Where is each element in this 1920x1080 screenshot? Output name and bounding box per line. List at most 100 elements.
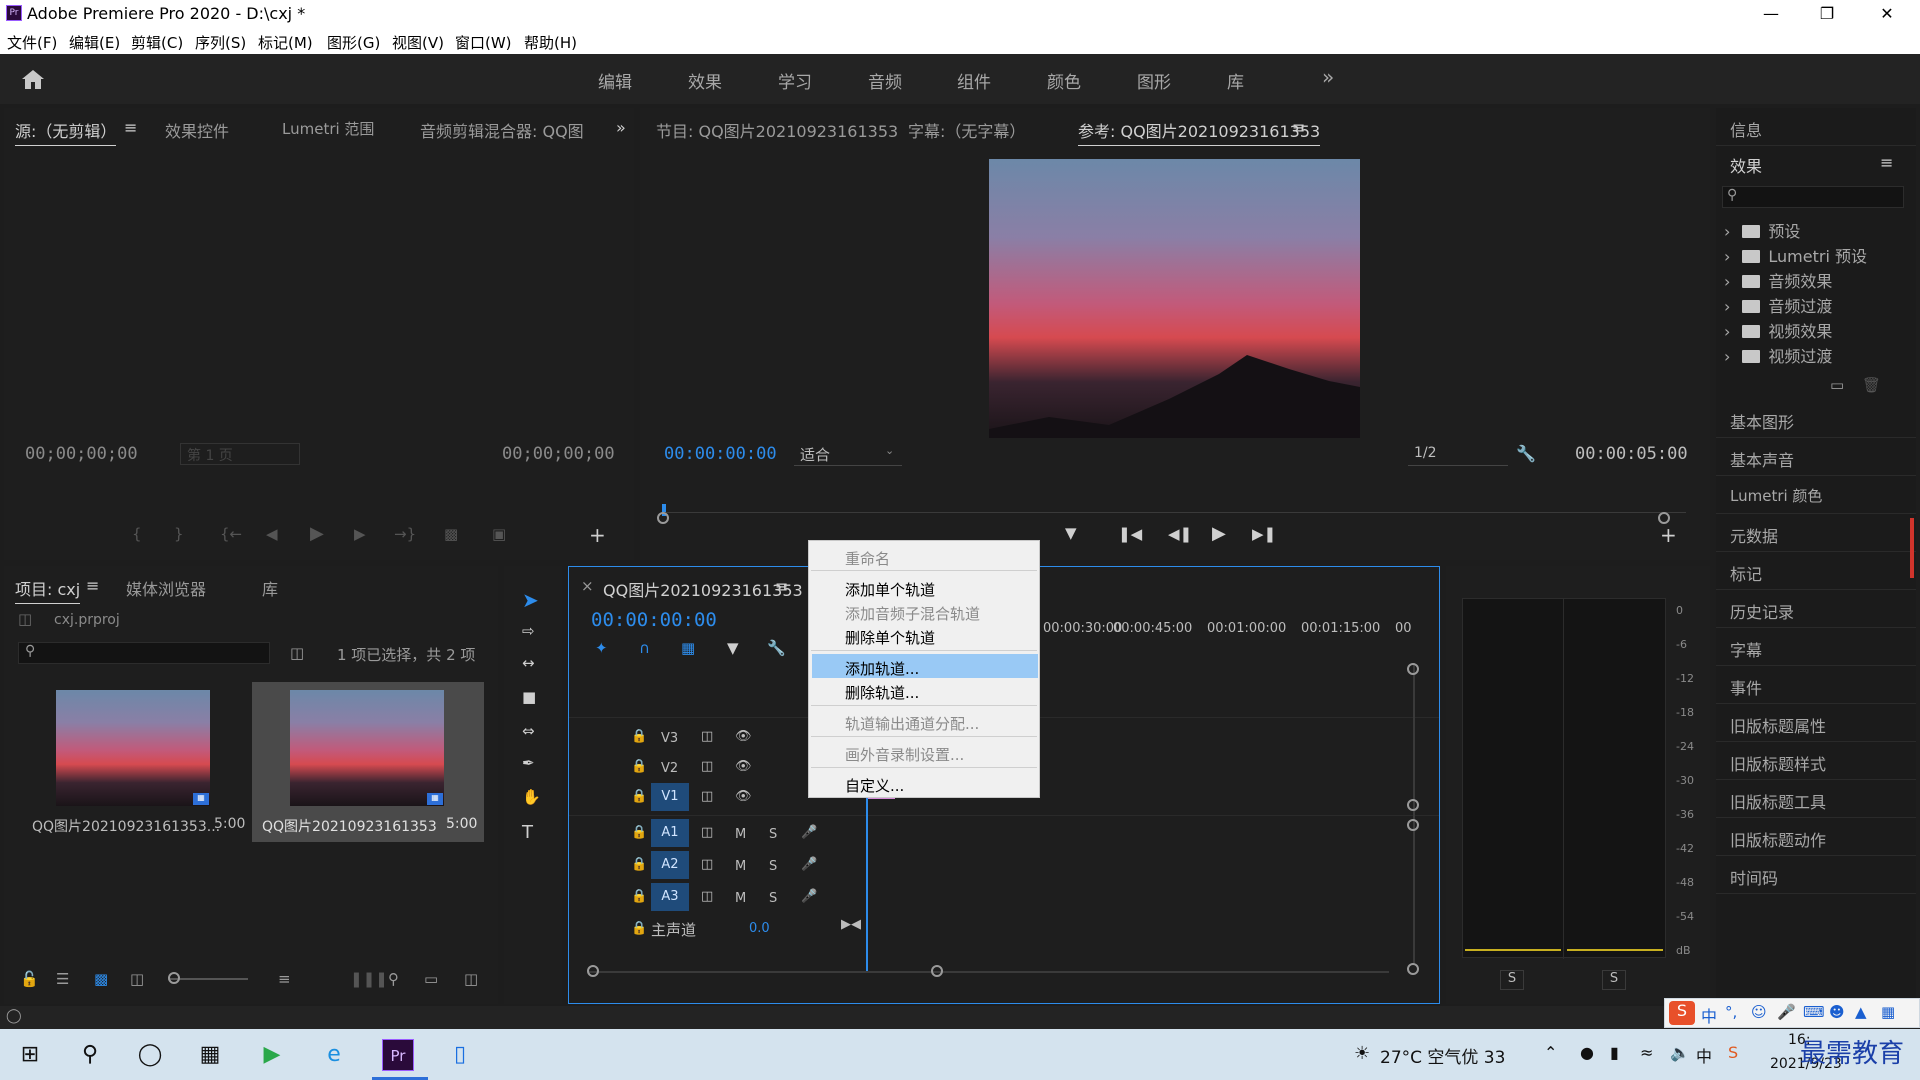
icon-view-icon[interactable]: ▩	[94, 970, 108, 988]
wifi-icon[interactable]: ≈	[1640, 1043, 1653, 1062]
browser-icon[interactable]: e	[318, 1039, 350, 1071]
solo-button[interactable]: S	[769, 859, 777, 874]
panel-essential-graphics[interactable]: 基本图形	[1716, 400, 1916, 438]
insert-icon[interactable]: ▩	[444, 525, 458, 543]
menu-help[interactable]: 帮助(H)	[524, 32, 577, 53]
vscroll-handle[interactable]	[1407, 819, 1419, 831]
track-v1-target[interactable]: V1	[651, 783, 689, 811]
mute-button[interactable]: M	[735, 859, 746, 874]
restore-button[interactable]: ❐	[1804, 2, 1850, 26]
microphone-icon[interactable]: 🎤	[801, 857, 817, 872]
lock-icon[interactable]: 🔒	[631, 857, 647, 872]
workspace-edit[interactable]: 编辑	[598, 68, 632, 93]
tab-library[interactable]: 库	[262, 576, 278, 600]
lock-icon[interactable]: 🔒	[631, 825, 647, 840]
premiere-taskbar-icon[interactable]: Pr	[382, 1039, 414, 1071]
trash-icon[interactable]: 🗑	[1862, 376, 1881, 394]
marker-icon[interactable]: ▼	[727, 639, 739, 657]
timeline-menu-icon[interactable]: ≡	[775, 577, 788, 596]
toggle-sync-icon[interactable]: ◫	[701, 857, 713, 872]
panel-scrollbar[interactable]	[1910, 518, 1914, 578]
resolution-select[interactable]: 1/2	[1408, 442, 1508, 466]
play-icon[interactable]: ▶	[310, 523, 324, 544]
toggle-sync-icon[interactable]: ◫	[701, 789, 713, 804]
effects-audio-transitions[interactable]: › 音频过渡	[1724, 293, 1832, 317]
lock-icon[interactable]: 🔒	[631, 789, 647, 804]
menu-file[interactable]: 文件(F)	[7, 32, 57, 53]
panel-legacy-title-actions[interactable]: 旧版标题动作	[1716, 818, 1916, 856]
go-to-in-icon[interactable]: ❚◀	[1118, 525, 1142, 543]
program-time-ruler[interactable]	[662, 502, 1686, 516]
project-item-1[interactable]: ▦ QQ图片20210923161353... 5:00	[18, 682, 248, 842]
more-panels-icon[interactable]: »	[616, 118, 626, 137]
add-marker-icon[interactable]: ▼	[1065, 524, 1077, 542]
program-timecode-current[interactable]: 00:00:00:00	[664, 444, 777, 464]
add-button-icon[interactable]: +	[589, 523, 606, 547]
freeform-view-icon[interactable]: ◫	[130, 970, 144, 988]
panel-lumetri-color[interactable]: Lumetri 颜色	[1716, 476, 1916, 514]
zoom-slider-handle[interactable]	[168, 972, 180, 984]
panel-history[interactable]: 历史记录	[1716, 590, 1916, 628]
close-tab-icon[interactable]: ×	[581, 577, 594, 595]
eye-icon[interactable]: 👁	[735, 759, 752, 774]
timeline-timecode[interactable]: 00:00:00:00	[591, 609, 717, 631]
go-to-out-icon[interactable]: →}	[394, 525, 416, 543]
microphone-icon[interactable]: 🎤	[801, 889, 817, 904]
sogou-logo-icon[interactable]: S	[1669, 1001, 1695, 1025]
panel-timecode[interactable]: 时间码	[1716, 856, 1916, 894]
ime-user-icon[interactable]: ☻	[1829, 1003, 1845, 1021]
add-button-icon[interactable]: +	[1660, 523, 1677, 547]
tray-expand-icon[interactable]: ⌃	[1544, 1043, 1557, 1062]
ime-keyboard-icon[interactable]: ⌨	[1803, 1003, 1825, 1021]
workspace-color[interactable]: 颜色	[1047, 68, 1081, 93]
track-a2-target[interactable]: A2	[651, 851, 689, 879]
workspace-effects[interactable]: 效果	[688, 68, 722, 93]
menu-sequence[interactable]: 序列(S)	[195, 32, 246, 53]
tab-lumetri-scopes[interactable]: Lumetri 范围	[282, 118, 374, 139]
step-back-icon[interactable]: ◀❚	[1168, 525, 1192, 543]
step-forward-icon[interactable]: ▶	[354, 525, 366, 543]
menu-item-customize[interactable]: 自定义...	[845, 775, 904, 796]
slip-tool-icon[interactable]: ⇔	[522, 722, 535, 740]
find-icon[interactable]: ⚲	[388, 970, 399, 988]
track-a1-target[interactable]: A1	[651, 819, 689, 847]
ripple-edit-tool-icon[interactable]: ↔	[522, 654, 535, 672]
tab-captions[interactable]: 字幕:（无字幕）	[908, 118, 1025, 142]
type-tool-icon[interactable]: T	[522, 822, 533, 843]
eye-icon[interactable]: 👁	[735, 729, 752, 744]
hand-tool-icon[interactable]: ✋	[522, 788, 541, 806]
overwrite-icon[interactable]: ▣	[492, 525, 506, 543]
mute-button[interactable]: M	[735, 827, 746, 842]
windows-start-icon[interactable]: ⊞	[14, 1039, 46, 1071]
go-to-in-icon[interactable]: {←	[220, 525, 242, 543]
lock-icon[interactable]: 🔓	[20, 970, 39, 988]
menu-graphics[interactable]: 图形(G)	[327, 32, 380, 53]
menu-window[interactable]: 窗口(W)	[455, 32, 512, 53]
project-item-2[interactable]: ▦ QQ图片20210923161353 5:00	[252, 682, 484, 842]
info-panel-tab[interactable]: 信息	[1716, 108, 1916, 146]
ime-indicator[interactable]: 中	[1696, 1043, 1712, 1067]
tab-project[interactable]: 项目: cxj	[15, 576, 81, 604]
lock-icon[interactable]: 🔒	[631, 889, 647, 904]
step-back-icon[interactable]: ◀	[266, 525, 278, 543]
workspace-audio[interactable]: 音频	[868, 68, 902, 93]
list-view-icon[interactable]: ☰	[56, 970, 69, 988]
mute-button[interactable]: M	[735, 891, 746, 906]
panel-legacy-title-tools[interactable]: 旧版标题工具	[1716, 780, 1916, 818]
media-player-icon[interactable]: ▶	[256, 1039, 288, 1071]
panel-essential-sound[interactable]: 基本声音	[1716, 438, 1916, 476]
snap-icon[interactable]: ∩	[639, 639, 650, 657]
lock-icon[interactable]: 🔒	[631, 759, 647, 774]
menu-item-add-audio-submix-track[interactable]: 添加音频子混合轨道	[845, 603, 980, 624]
effects-search-input[interactable]: ⚲	[1722, 186, 1904, 208]
weather-text[interactable]: 27°C 空气优 33	[1380, 1043, 1505, 1068]
workspace-graphics[interactable]: 图形	[1137, 68, 1171, 93]
menu-item-track-output-assignment[interactable]: 轨道输出通道分配...	[845, 713, 979, 734]
effects-preset[interactable]: › 预设	[1724, 218, 1800, 242]
go-to-out-icon[interactable]: ▶❚	[1252, 525, 1276, 543]
mark-out-icon[interactable]: }	[174, 525, 184, 543]
linked-selection-icon[interactable]: ▦	[681, 639, 695, 657]
more-workspaces-icon[interactable]: »	[1322, 65, 1334, 89]
nest-icon[interactable]: ✦	[595, 639, 608, 657]
vscroll-handle[interactable]	[1407, 799, 1419, 811]
